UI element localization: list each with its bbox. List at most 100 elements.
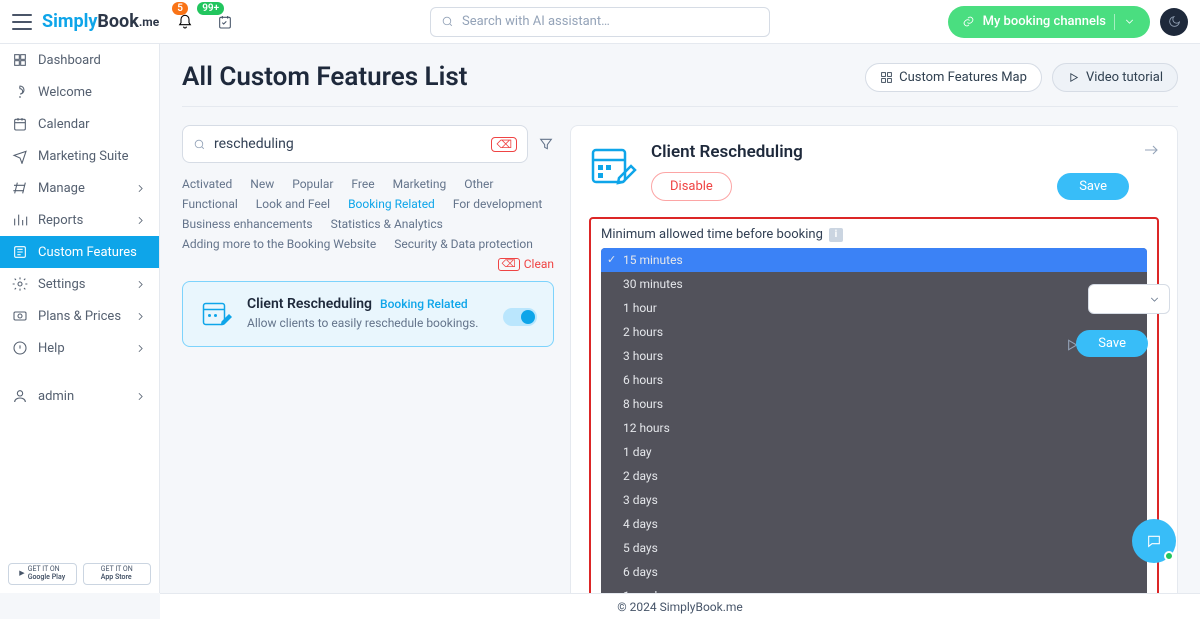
global-search[interactable]: Search with AI assistant… — [430, 7, 770, 37]
filter-chips: Activated New Popular Free Marketing Other Fun… — [182, 177, 554, 271]
feature-card-desc: Allow clients to easily reschedule booki… — [247, 316, 491, 330]
chip-statistics-analytics[interactable]: Statistics & Analytics — [331, 217, 443, 231]
setting-label: Minimum allowed time before booking i — [601, 227, 1147, 242]
sidebar-item-welcome[interactable]: Welcome — [0, 76, 159, 108]
dark-mode-toggle[interactable] — [1160, 8, 1188, 36]
badge-green: 99+ — [197, 2, 224, 15]
menu-icon[interactable] — [12, 14, 32, 30]
logo-simply: Simply — [42, 11, 97, 32]
dd-option[interactable]: 6 days — [601, 560, 1147, 584]
chip-new[interactable]: New — [250, 177, 274, 191]
app-store-badge[interactable]: GET IT ONApp Store — [83, 563, 152, 585]
tasks-icon[interactable] — [217, 14, 233, 30]
features-map-label: Custom Features Map — [899, 70, 1027, 85]
chip-adding-more-to-the-booking-website[interactable]: Adding more to the Booking Website — [182, 237, 376, 251]
sidebar-item-settings[interactable]: Settings — [0, 268, 159, 300]
feature-card-client-rescheduling[interactable]: Client Rescheduling Booking Related Allo… — [182, 281, 554, 347]
calendar-edit-icon — [199, 296, 235, 332]
save-button-bottom[interactable]: Save — [1076, 330, 1148, 357]
clear-search-icon[interactable]: ⌫ — [491, 137, 517, 152]
chip-activated[interactable]: Activated — [182, 177, 232, 191]
clean-filters[interactable]: ⌫ Clean — [498, 257, 554, 271]
dd-option[interactable]: 1 day — [601, 440, 1147, 464]
badge-orange: 5 — [172, 2, 188, 15]
chip-other[interactable]: Other — [464, 177, 493, 191]
chip-popular[interactable]: Popular — [292, 177, 333, 191]
google-play-badge[interactable]: ▶GET IT ONGoogle Play — [8, 563, 77, 585]
store-badges: ▶GET IT ONGoogle Play GET IT ONApp Store — [0, 555, 159, 593]
nav-icon — [12, 84, 28, 100]
logo-me: .me — [139, 15, 159, 29]
moon-icon — [1168, 15, 1181, 28]
dd-option[interactable]: 15 minutes — [601, 248, 1147, 272]
link-icon — [962, 15, 975, 28]
highlighted-setting-area: Minimum allowed time before booking i 15… — [589, 217, 1159, 593]
sidebar-item-help[interactable]: Help — [0, 332, 159, 364]
feature-toggle[interactable] — [503, 308, 537, 326]
chip-look-and-feel[interactable]: Look and Feel — [256, 197, 330, 211]
chevron-right-icon — [134, 310, 147, 323]
chip-security-data-protection[interactable]: Security & Data protection — [394, 237, 533, 251]
chip-for-development[interactable]: For development — [453, 197, 543, 211]
topbar: SimplyBook.me 5 99+ Search with AI assis… — [0, 0, 1200, 44]
save-button-top[interactable]: Save — [1057, 173, 1129, 200]
dd-option[interactable]: 8 hours — [601, 392, 1147, 416]
dd-option[interactable]: 1 week — [601, 584, 1147, 593]
nav-icon — [12, 180, 28, 196]
chevron-right-icon — [134, 390, 147, 403]
nav-icon — [12, 148, 28, 164]
time-dropdown-open: 15 minutes30 minutes1 hour2 hours3 hours… — [601, 248, 1147, 593]
sidebar-item-custom-features[interactable]: Custom Features — [0, 236, 159, 268]
logo-book: Book — [97, 11, 138, 32]
dd-option[interactable]: 1 hour — [601, 296, 1147, 320]
chip-business-enhancements[interactable]: Business enhancements — [182, 217, 313, 231]
feature-card-title: Client Rescheduling — [247, 296, 372, 312]
features-map-button[interactable]: Custom Features Map — [865, 63, 1042, 92]
grid-icon — [880, 71, 893, 84]
play-icon — [1067, 71, 1080, 84]
chevron-right-icon — [134, 214, 147, 227]
sidebar-item-calendar[interactable]: Calendar — [0, 108, 159, 140]
search-icon — [441, 15, 454, 28]
feature-settings-panel: Client Rescheduling Disable Save Minimum… — [570, 125, 1178, 593]
sidebar-item-manage[interactable]: Manage — [0, 172, 159, 204]
dd-option[interactable]: 5 days — [601, 536, 1147, 560]
info-icon[interactable]: i — [829, 228, 843, 242]
collapsed-select-peek[interactable] — [1088, 284, 1170, 314]
chevron-down-icon — [1148, 293, 1161, 306]
chat-fab[interactable] — [1132, 519, 1176, 563]
feature-search-input[interactable] — [214, 136, 483, 152]
user-icon — [12, 388, 28, 404]
sidebar-item-admin[interactable]: admin — [0, 380, 159, 412]
footer: © 2024 SimplyBook.me — [160, 593, 1200, 619]
sidebar-item-dashboard[interactable]: Dashboard — [0, 44, 159, 76]
nav-icon — [12, 52, 28, 68]
admin-label: admin — [38, 389, 74, 404]
panel-collapse-icon[interactable] — [1143, 142, 1159, 158]
chip-marketing[interactable]: Marketing — [393, 177, 447, 191]
dd-option[interactable]: 30 minutes — [601, 272, 1147, 296]
disable-button[interactable]: Disable — [651, 172, 732, 201]
page-header: All Custom Features List Custom Features… — [182, 62, 1178, 107]
chip-booking-related[interactable]: Booking Related — [348, 197, 435, 211]
sidebar-item-plans-&-prices[interactable]: Plans & Prices — [0, 300, 159, 332]
calendar-edit-icon — [589, 142, 637, 190]
dd-option[interactable]: 6 hours — [601, 368, 1147, 392]
sidebar-item-marketing-suite[interactable]: Marketing Suite — [0, 140, 159, 172]
logo[interactable]: SimplyBook.me — [42, 11, 159, 32]
dd-option[interactable]: 2 days — [601, 464, 1147, 488]
nav-icon — [12, 244, 28, 260]
dd-option[interactable]: 3 days — [601, 488, 1147, 512]
sidebar-item-reports[interactable]: Reports — [0, 204, 159, 236]
booking-channels-button[interactable]: My booking channels — [948, 6, 1150, 38]
bell-icon — [177, 14, 193, 30]
dd-option[interactable]: 12 hours — [601, 416, 1147, 440]
chip-free[interactable]: Free — [351, 177, 374, 191]
notifications[interactable]: 5 99+ — [177, 14, 193, 30]
nav-icon — [12, 212, 28, 228]
dd-option[interactable]: 4 days — [601, 512, 1147, 536]
search-placeholder: Search with AI assistant… — [462, 14, 610, 29]
chip-functional[interactable]: Functional — [182, 197, 238, 211]
filter-icon[interactable] — [538, 136, 554, 152]
video-tutorial-button[interactable]: Video tutorial — [1052, 63, 1178, 92]
